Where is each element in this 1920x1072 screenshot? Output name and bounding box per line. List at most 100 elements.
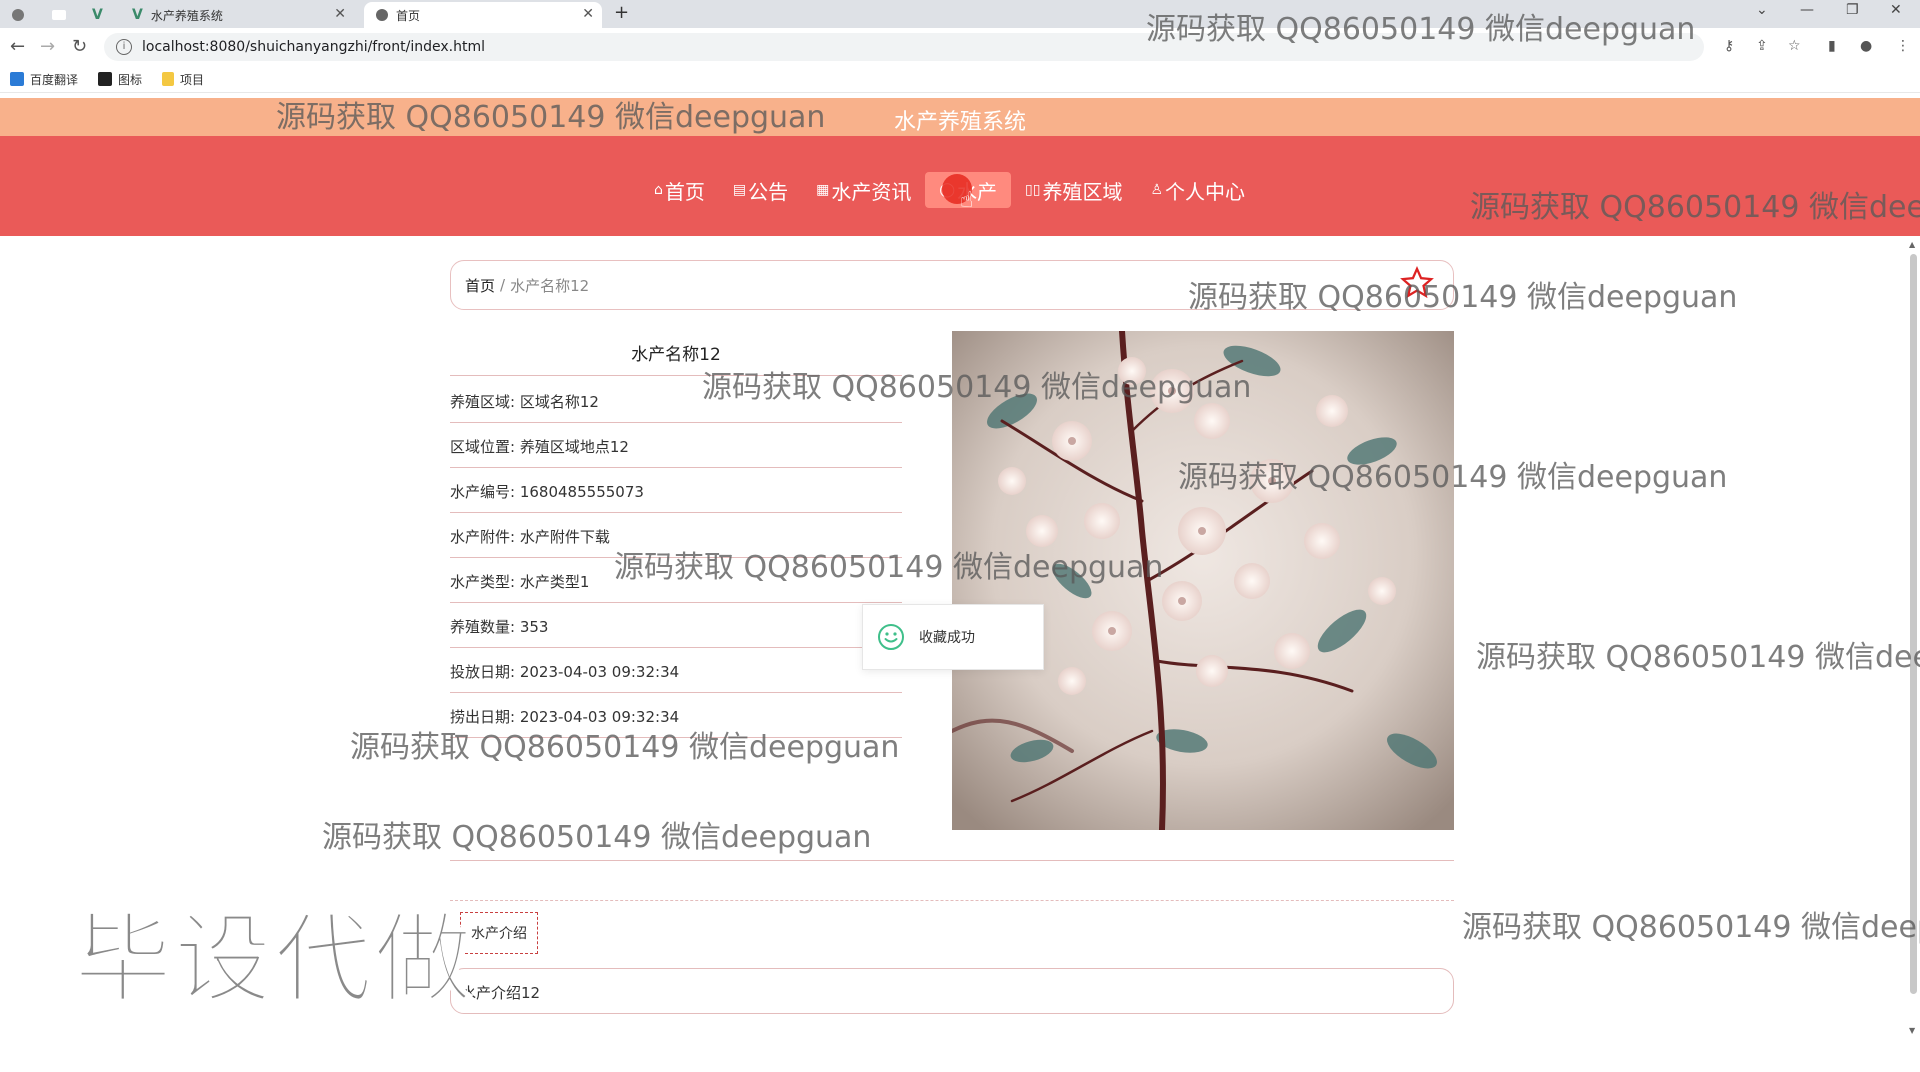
new-tab-button[interactable]: + bbox=[614, 2, 629, 23]
nav-home[interactable]: ⌂ 首页 bbox=[640, 172, 719, 208]
field-value: 353 bbox=[519, 618, 549, 636]
nav-profile[interactable]: ♙ 个人中心 bbox=[1136, 172, 1259, 208]
tab-intro[interactable]: 水产介绍 bbox=[460, 912, 538, 954]
vue-icon: V bbox=[92, 7, 103, 23]
field-value: 2023-04-03 09:32:34 bbox=[519, 708, 680, 726]
nav-notice[interactable]: ▤ 公告 bbox=[719, 172, 802, 208]
tab-search-icon[interactable]: ⌄ bbox=[1756, 2, 1768, 18]
scroll-down-icon[interactable]: ▼ bbox=[1909, 1026, 1915, 1035]
forward-button[interactable]: → bbox=[40, 36, 55, 57]
field-label: 投放日期: bbox=[450, 663, 516, 681]
divider bbox=[450, 860, 1454, 861]
attachment-download-link[interactable]: 水产附件下载 bbox=[520, 528, 610, 546]
bookmarks-bar: 百度翻译 图标 项目 bbox=[0, 66, 1920, 93]
item-photo bbox=[952, 331, 1454, 830]
toast-text: 收藏成功 bbox=[919, 630, 975, 646]
minimize-button[interactable]: — bbox=[1800, 2, 1814, 18]
translate-icon bbox=[10, 72, 24, 86]
browser-tab[interactable]: V 水产养殖系统 ✕ bbox=[132, 2, 354, 28]
bookmark-item[interactable]: 项目 bbox=[162, 71, 204, 88]
field-value: 2023-04-03 09:32:34 bbox=[519, 663, 680, 681]
close-icon[interactable]: ✕ bbox=[582, 6, 594, 22]
field-label: 养殖区域: bbox=[450, 393, 516, 411]
home-icon: ⌂ bbox=[654, 182, 663, 198]
favorite-star-icon[interactable] bbox=[1400, 266, 1434, 300]
address-bar-row: ← → ↻ i localhost:8080/shuichanyangzhi/f… bbox=[0, 28, 1920, 67]
reload-button[interactable]: ↻ bbox=[72, 36, 87, 57]
bookmark-item[interactable]: 图标 bbox=[98, 71, 142, 88]
watermark: 源码获取 QQ86050149 微信deepguan bbox=[1476, 640, 1920, 675]
close-icon[interactable]: ✕ bbox=[334, 6, 346, 22]
browser-tab-bar: V V 水产养殖系统 ✕ 首页 ✕ + ⌄ — ❐ ✕ bbox=[0, 0, 1920, 28]
site-title: 水产养殖系统 bbox=[893, 110, 1026, 135]
browser-tab[interactable] bbox=[12, 2, 32, 28]
scroll-up-icon[interactable]: ▲ bbox=[1909, 240, 1915, 249]
notice-icon: ▤ bbox=[732, 182, 747, 198]
globe-icon bbox=[376, 9, 388, 21]
field-harvest-date: 捞出日期: 2023-04-03 09:32:34 bbox=[450, 694, 902, 738]
divider bbox=[450, 375, 902, 376]
sidepanel-icon[interactable]: ▮ bbox=[1828, 38, 1836, 54]
nav-label: 养殖区域 bbox=[1042, 179, 1123, 204]
site-top-strip: 水产养殖系统 bbox=[0, 98, 1920, 136]
nav-label: 水产资讯 bbox=[831, 179, 912, 204]
scrollbar-thumb[interactable] bbox=[1910, 254, 1917, 994]
success-toast: 收藏成功 bbox=[862, 604, 1044, 670]
grid-icon: ▦ bbox=[816, 182, 830, 198]
field-quantity: 养殖数量: 353 bbox=[450, 604, 902, 648]
browser-tab[interactable] bbox=[52, 2, 74, 28]
back-button[interactable]: ← bbox=[10, 36, 25, 57]
breadcrumb-home[interactable]: 首页 bbox=[465, 275, 495, 296]
field-area: 养殖区域: 区域名称12 bbox=[450, 379, 902, 423]
image-icon bbox=[98, 72, 113, 86]
blank-page-icon bbox=[52, 10, 66, 20]
share-icon[interactable]: ⇪ bbox=[1756, 38, 1768, 54]
field-value: 水产类型1 bbox=[519, 573, 590, 591]
browser-tab[interactable]: V bbox=[92, 2, 111, 28]
field-label: 水产附件: bbox=[450, 528, 516, 546]
field-label: 养殖数量: bbox=[450, 618, 516, 636]
field-value: 1680485555073 bbox=[519, 483, 644, 501]
field-type: 水产类型: 水产类型1 bbox=[450, 559, 902, 603]
url-field[interactable]: i localhost:8080/shuichanyangzhi/front/i… bbox=[104, 33, 1704, 61]
profile-icon[interactable]: ● bbox=[1860, 38, 1872, 54]
globe-icon bbox=[12, 9, 24, 21]
bookmark-star-icon[interactable]: ☆ bbox=[1788, 38, 1801, 54]
tab-title: 水产养殖系统 bbox=[150, 8, 223, 23]
divider bbox=[450, 900, 1454, 901]
folder-icon bbox=[162, 72, 175, 86]
field-value: 养殖区域地点12 bbox=[519, 438, 629, 456]
item-title: 水产名称12 bbox=[631, 345, 721, 365]
key-icon[interactable]: ⚷ bbox=[1724, 38, 1734, 54]
info-icon[interactable]: i bbox=[116, 39, 132, 55]
browser-tab-active[interactable]: 首页 ✕ bbox=[364, 2, 602, 28]
menu-icon[interactable]: ⋮ bbox=[1896, 38, 1910, 54]
big-watermark: 毕设代做 bbox=[73, 902, 475, 1018]
field-attachment: 水产附件: 水产附件下载 bbox=[450, 514, 902, 558]
field-number: 水产编号: 1680485555073 bbox=[450, 469, 902, 513]
bookmark-label: 项目 bbox=[180, 72, 205, 87]
breadcrumb-current: 水产名称12 bbox=[510, 276, 590, 295]
field-label: 水产类型: bbox=[450, 573, 516, 591]
nav-area[interactable]: ▯▯ 养殖区域 bbox=[1011, 172, 1136, 208]
breadcrumb-separator: / bbox=[500, 276, 506, 294]
tab-title: 首页 bbox=[396, 8, 421, 23]
field-label: 区域位置: bbox=[450, 438, 516, 456]
field-value: 区域名称12 bbox=[519, 393, 599, 411]
nav-news[interactable]: ▦ 水产资讯 bbox=[802, 172, 925, 208]
site-nav-bar: ⌂ 首页 ▤ 公告 ▦ 水产资讯 ◯ 水产 ▯▯ 养殖区域 ♙ 个人中心 ☝ bbox=[0, 136, 1920, 236]
window-close-button[interactable]: ✕ bbox=[1890, 2, 1902, 18]
watermark: 源码获取 QQ86050149 微信deepguan bbox=[1462, 910, 1920, 945]
bookmark-item[interactable]: 百度翻译 bbox=[10, 71, 78, 88]
field-label: 捞出日期: bbox=[450, 708, 516, 726]
smile-icon bbox=[878, 624, 904, 650]
field-location: 区域位置: 养殖区域地点12 bbox=[450, 424, 902, 468]
url-text: localhost:8080/shuichanyangzhi/front/ind… bbox=[142, 39, 485, 55]
restore-button[interactable]: ❐ bbox=[1846, 2, 1859, 18]
breadcrumb: 首页 / 水产名称12 bbox=[450, 260, 1454, 310]
vue-icon: V bbox=[132, 7, 143, 23]
nav-label: 首页 bbox=[664, 179, 705, 204]
intro-content: 水产介绍12 bbox=[450, 968, 1454, 1014]
watermark: 源码获取 QQ86050149 微信deepguan bbox=[322, 820, 872, 855]
page-scrollbar[interactable]: ▲ ▼ bbox=[1908, 240, 1918, 1040]
